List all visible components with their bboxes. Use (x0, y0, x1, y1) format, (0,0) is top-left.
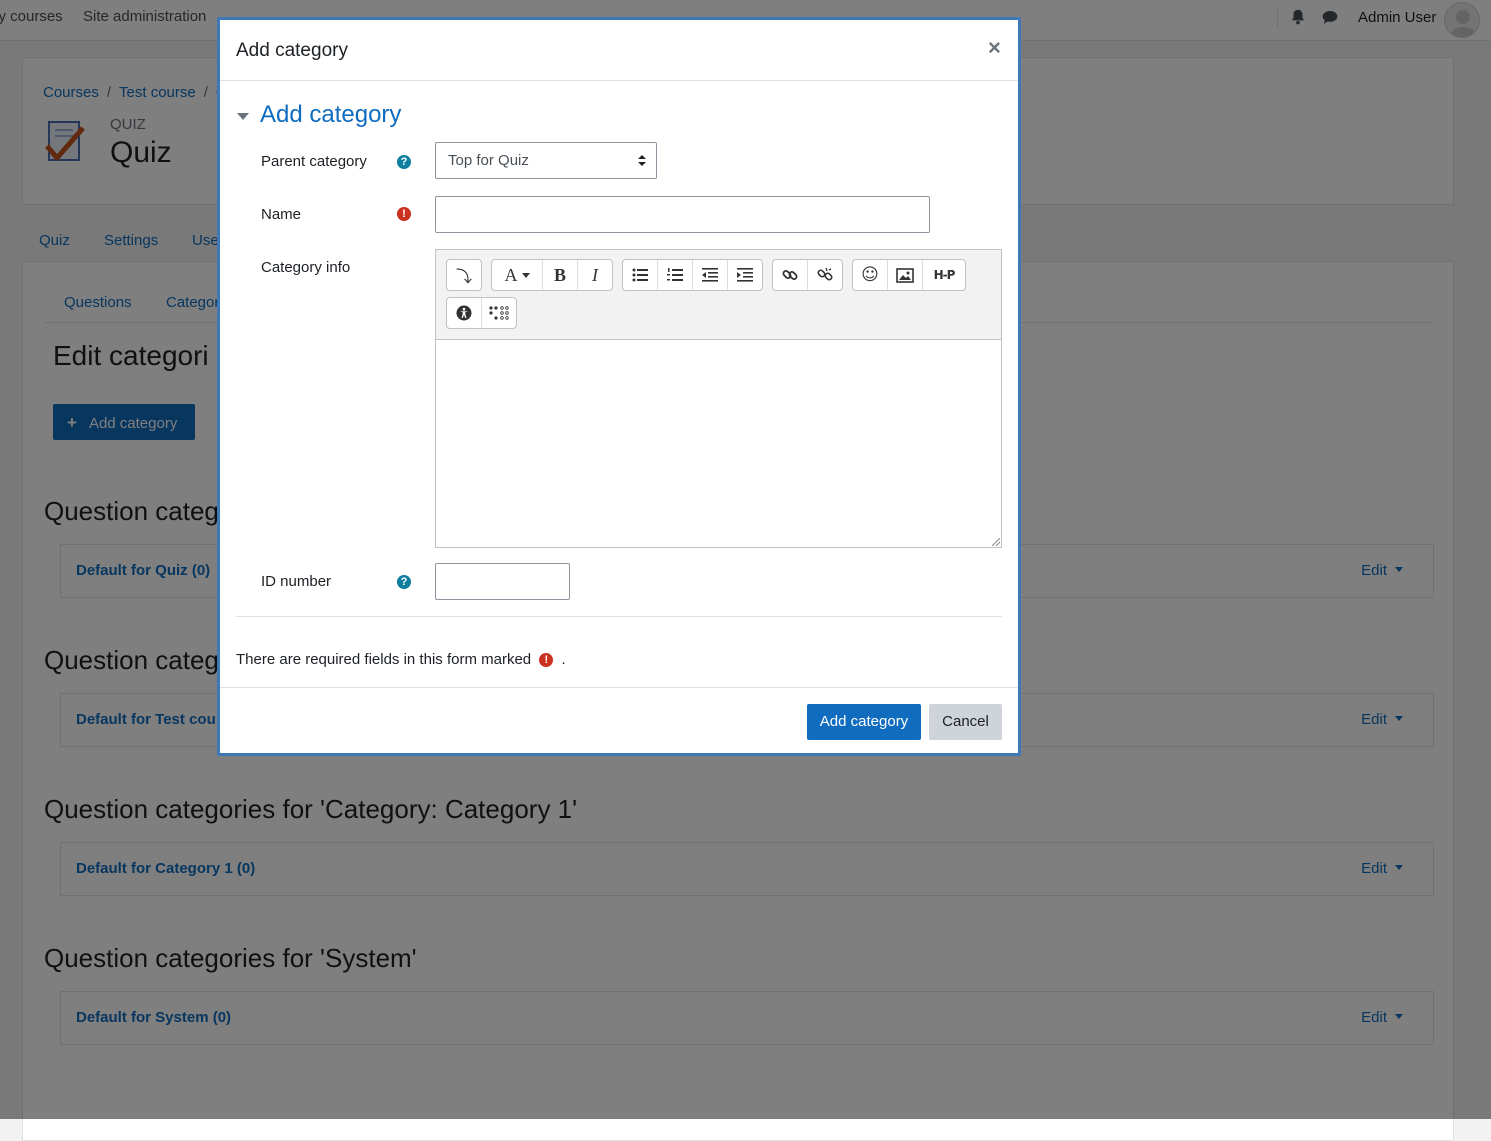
accessibility-checker-icon[interactable] (447, 298, 482, 328)
toolbar-group: ⤵ (446, 259, 482, 291)
toolbar-group (622, 259, 763, 291)
id-number-input[interactable] (435, 563, 570, 600)
outdent-svg (702, 268, 718, 282)
form-divider (236, 616, 1002, 617)
collapse-icon[interactable]: ⤵ (447, 260, 481, 290)
close-icon[interactable]: × (988, 35, 1001, 61)
bold-icon[interactable]: B (543, 260, 578, 290)
toolbar-group (446, 297, 517, 329)
indent-icon[interactable] (728, 260, 762, 290)
category-info-label: Category info (261, 259, 351, 276)
required-fields-note: There are required fields in this form m… (236, 651, 566, 668)
font-style-glyph: A (504, 264, 518, 285)
outdent-icon[interactable] (693, 260, 728, 290)
emoji-icon[interactable]: ☺ (853, 260, 888, 290)
screenreader-helper-icon[interactable] (482, 298, 516, 328)
parent-category-label: Parent category (261, 153, 367, 170)
modal-header: Add category × (220, 20, 1018, 81)
unlink-icon[interactable] (808, 260, 842, 290)
id-number-label: ID number (261, 573, 332, 590)
braille-svg (489, 306, 509, 320)
bullet-list-icon[interactable] (623, 260, 658, 290)
dropdown-caret-icon (521, 272, 530, 278)
name-input[interactable] (435, 196, 930, 233)
italic-icon[interactable]: I (578, 260, 612, 290)
submit-add-category-button[interactable]: Add category (807, 704, 921, 740)
required-note-text: There are required fields in this form m… (236, 651, 532, 668)
font-style-icon[interactable]: A (492, 260, 543, 290)
required-icon: ! (397, 207, 411, 221)
collapse-caret-icon[interactable] (237, 113, 249, 120)
resize-handle-icon[interactable] (992, 538, 1000, 546)
toolbar-group (772, 259, 843, 291)
required-note-end: . (561, 651, 566, 668)
indent-svg (737, 268, 753, 282)
editor-toolbar: ⤵ A B I ☺ H-P (435, 249, 1002, 339)
fieldset-legend[interactable]: Add category (260, 101, 401, 129)
accessibility-svg (456, 305, 472, 321)
toolbar-group: A B I (491, 259, 613, 291)
unlink-svg (817, 267, 833, 281)
select-arrows-icon (638, 153, 646, 169)
h5p-icon[interactable]: H-P (923, 260, 965, 290)
numbered-list-icon[interactable] (658, 260, 693, 290)
cancel-button[interactable]: Cancel (929, 704, 1002, 740)
toolbar-group: ☺ H-P (852, 259, 966, 291)
parent-category-value: Top for Quiz (448, 152, 529, 169)
parent-category-select[interactable]: Top for Quiz (435, 142, 657, 179)
numbered-list-svg (667, 268, 683, 281)
bullet-list-svg (632, 268, 648, 282)
modal-title: Add category (236, 40, 348, 61)
modal-footer-divider (220, 687, 1018, 688)
image-svg (896, 267, 914, 283)
help-icon[interactable]: ? (397, 575, 411, 589)
name-label: Name (261, 206, 302, 223)
required-icon: ! (539, 653, 554, 667)
image-icon[interactable] (888, 260, 923, 290)
link-icon[interactable] (773, 260, 808, 290)
help-icon[interactable]: ? (397, 155, 411, 169)
add-category-dialog: Add category × Add category Parent categ… (217, 17, 1021, 756)
category-info-editor[interactable] (435, 339, 1002, 548)
link-svg (782, 270, 798, 280)
